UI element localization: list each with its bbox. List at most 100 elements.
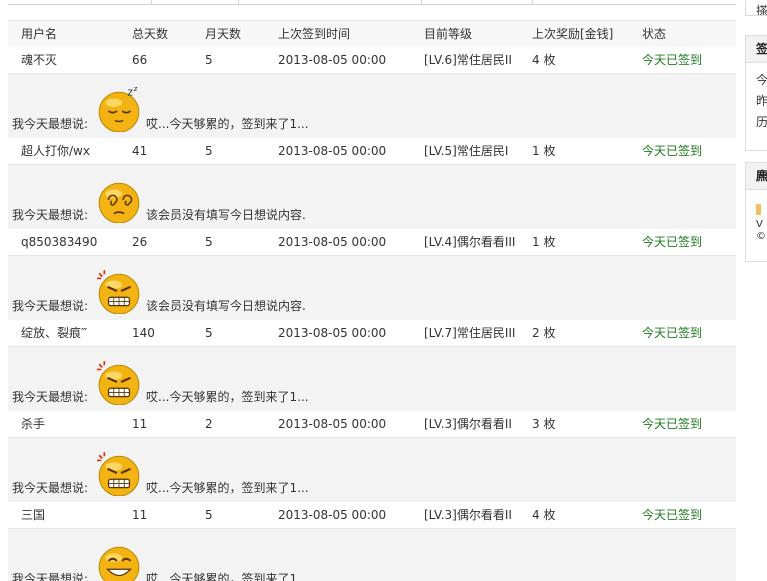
dizzy-face-icon <box>96 177 142 224</box>
table-row: 杀手 11 2 2013-08-05 00:00 [LV.3]偶尔看看II 3 枚 今天已签… <box>8 411 736 438</box>
sidebar-line: © <box>756 231 766 242</box>
month-days: 5 <box>205 326 213 340</box>
sidebar-line: V <box>756 219 763 230</box>
comment-text: 哎...今天够累的，签到来了1... <box>146 572 309 581</box>
user-name-link[interactable]: 魂不灭 <box>21 47 57 73</box>
table-row: 超人打你/wx 41 5 2013-08-05 00:00 [LV.5]常住居民I 1 枚… <box>8 138 736 165</box>
table-row: 三国 11 5 2013-08-05 00:00 [LV.3]偶尔看看II 4 枚 今天已签… <box>8 502 736 529</box>
total-days: 41 <box>132 144 148 158</box>
total-days: 11 <box>132 417 148 431</box>
member-level: [LV.7]常住居民III <box>424 326 516 340</box>
member-level: [LV.5]常住居民I <box>424 144 509 158</box>
member-level: [LV.4]偶尔看看III <box>424 235 516 249</box>
header-total-days: 总天数 <box>132 27 169 41</box>
last-reward: 1 枚 <box>532 144 556 158</box>
angry-face-icon <box>96 268 142 315</box>
sidebar-box-second: 麃 V © <box>745 162 767 262</box>
total-days: 11 <box>132 508 148 522</box>
signin-list: 用户名 总天数 月天数 上次签到时间 目前等级 上次奖励[金钱] 状态 魂不灭 6… <box>8 0 736 581</box>
total-days: 140 <box>132 326 155 340</box>
svg-text:z: z <box>127 86 133 98</box>
last-signin-time: 2013-08-05 00:00 <box>278 144 387 158</box>
user-name-link[interactable]: 三国 <box>21 502 45 528</box>
sidebar-box-signin: 签 今 昨 历 <box>745 35 767 151</box>
last-signin-time: 2013-08-05 00:00 <box>278 508 387 522</box>
month-days: 5 <box>205 53 213 67</box>
table-row: q850383490 26 5 2013-08-05 00:00 [LV.4]偶尔看看I… <box>8 229 736 256</box>
month-days: 5 <box>205 235 213 249</box>
comment-row: 我今天最想说: 该会员没有填写今日想说内容. <box>8 256 736 321</box>
total-days: 66 <box>132 53 148 67</box>
signin-status: 今天已签到 <box>642 326 703 340</box>
last-signin-time: 2013-08-05 00:00 <box>278 53 387 67</box>
angry-face-icon <box>96 450 142 497</box>
signin-status: 今天已签到 <box>642 235 703 249</box>
last-reward: 3 枚 <box>532 417 556 431</box>
user-name-link[interactable]: 超人打你/wx <box>21 138 90 164</box>
comment-label: 我今天最想说: <box>12 481 89 495</box>
sidebar-box-title: 麃 <box>746 163 767 190</box>
last-reward: 2 枚 <box>532 326 556 340</box>
svg-text:z: z <box>134 86 138 93</box>
table-header: 用户名 总天数 月天数 上次签到时间 目前等级 上次奖励[金钱] 状态 <box>8 20 736 49</box>
signin-status: 今天已签到 <box>642 53 703 67</box>
header-status: 状态 <box>642 27 667 41</box>
tab-segment <box>422 0 533 4</box>
signin-status: 今天已签到 <box>642 144 703 158</box>
month-days: 5 <box>205 144 213 158</box>
comment-label: 我今天最想说: <box>12 390 89 404</box>
header-user: 用户名 <box>21 27 58 41</box>
comment-text: 该会员没有填写今日想说内容. <box>146 299 306 313</box>
sidebar-marker-icon <box>756 204 761 215</box>
sidebar-line: 历 <box>756 115 767 129</box>
comment-label: 我今天最想说: <box>12 572 89 581</box>
header-reward: 上次奖励[金钱] <box>532 27 614 41</box>
last-reward: 4 枚 <box>532 508 556 522</box>
signin-status: 今天已签到 <box>642 417 703 431</box>
header-month-days: 月天数 <box>205 27 242 41</box>
comment-label: 我今天最想说: <box>12 117 89 131</box>
comment-row: 我今天最想说: z z 哎...今天够累的，签到来了1... <box>8 74 736 139</box>
last-signin-time: 2013-08-05 00:00 <box>278 235 387 249</box>
comment-text: 哎...今天够累的，签到来了1... <box>146 117 309 131</box>
comment-text: 哎...今天够累的，签到来了1... <box>146 390 309 404</box>
comment-text: 该会员没有填写今日想说内容. <box>146 208 306 222</box>
tab-segment <box>152 0 239 4</box>
tab-segment <box>239 0 422 4</box>
last-reward: 4 枚 <box>532 53 556 67</box>
comment-label: 我今天最想说: <box>12 208 89 222</box>
comment-label: 我今天最想说: <box>12 299 89 313</box>
comment-row: 我今天最想说: 哎...今天够累的，签到来了1... <box>8 438 736 503</box>
comment-text: 哎...今天够累的，签到来了1... <box>146 481 309 495</box>
sidebar-box-top: 搽 <box>745 0 767 16</box>
right-sidebar: 搽 签 今 昨 历 麃 V © <box>745 0 767 581</box>
table-row: 绽放、裂痕‴ 140 5 2013-08-05 00:00 [LV.7]常住居民III 2… <box>8 320 736 347</box>
user-name-link[interactable]: q850383490 <box>21 229 97 255</box>
signin-status: 今天已签到 <box>642 508 703 522</box>
tab-segment <box>8 0 152 4</box>
angry-face-icon <box>96 359 142 406</box>
last-signin-time: 2013-08-05 00:00 <box>278 326 387 340</box>
member-level: [LV.3]偶尔看看II <box>424 508 512 522</box>
total-days: 26 <box>132 235 148 249</box>
user-name-link[interactable]: 绽放、裂痕‴ <box>21 320 87 346</box>
table-row: 魂不灭 66 5 2013-08-05 00:00 [LV.6]常住居民II 4 枚 今天已… <box>8 47 736 74</box>
sleepy-face-icon: zz <box>96 84 142 133</box>
month-days: 5 <box>205 508 213 522</box>
last-reward: 1 枚 <box>532 235 556 249</box>
comment-row: 我今天最想说: 哎...今天够累的，签到来了1... <box>8 347 736 412</box>
grin-face-icon <box>96 541 142 581</box>
last-signin-time: 2013-08-05 00:00 <box>278 417 387 431</box>
sidebar-line: 今 <box>756 73 767 87</box>
comment-row: 我今天最想说: 哎...今天够累的，签到来了1... <box>8 529 736 581</box>
member-level: [LV.3]偶尔看看II <box>424 417 512 431</box>
sidebar-box-title: 签 <box>746 36 767 63</box>
header-level: 目前等级 <box>424 27 473 41</box>
header-last-signin: 上次签到时间 <box>278 27 351 41</box>
sidebar-line: 昨 <box>756 94 767 108</box>
sidebar-fragment: 搽 <box>756 4 767 16</box>
comment-row: 我今天最想说: 该会员没有填写今日想说内容. <box>8 165 736 230</box>
member-level: [LV.6]常住居民II <box>424 53 512 67</box>
tab-strip <box>8 0 736 5</box>
user-name-link[interactable]: 杀手 <box>21 411 45 437</box>
